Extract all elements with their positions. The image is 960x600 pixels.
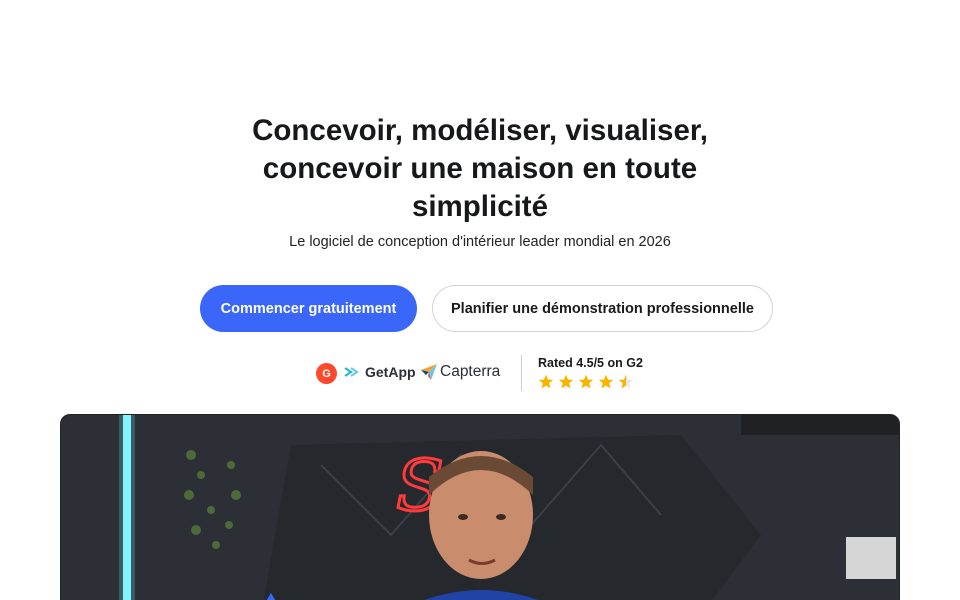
star-icon: [578, 374, 594, 389]
getapp-icon: [344, 367, 359, 377]
star-half-icon: [618, 374, 634, 389]
presenter-video[interactable]: Ss: [60, 414, 900, 600]
hero-subtitle: Le logiciel de conception d'intérieur le…: [289, 234, 671, 250]
star-icon: [598, 374, 614, 389]
star-icon: [538, 374, 554, 389]
reviews-divider: [521, 355, 522, 391]
star-icon: [558, 374, 574, 389]
wall-outlet: [846, 537, 896, 579]
capterra-label: Capterra: [440, 363, 501, 380]
start-free-button[interactable]: Commencer gratuitement: [200, 285, 417, 332]
getapp-logo: GetApp: [344, 364, 416, 380]
video-scene: Ss: [61, 415, 899, 600]
hero-title-line-1: Concevoir, modéliser, visualiser,: [252, 114, 708, 147]
hero-title-line-2: concevoir une maison en toute: [262, 152, 698, 185]
star-rating: [538, 374, 634, 390]
capterra-icon: [421, 364, 437, 380]
g2-icon: G: [316, 363, 337, 384]
rating-text: Rated 4.5/5 on G2: [538, 356, 643, 370]
hero-title-line-3: simplicité: [411, 190, 549, 223]
schedule-demo-button[interactable]: Planifier une démonstration professionne…: [432, 285, 773, 332]
hero-title: Concevoir, modéliser, visualiser, concev…: [0, 112, 960, 226]
reviews-bar: G GetApp Capterra Rated 4.5/5 on G2: [0, 355, 960, 391]
getapp-label: GetApp: [365, 364, 416, 380]
capterra-logo: Capterra: [420, 363, 500, 381]
